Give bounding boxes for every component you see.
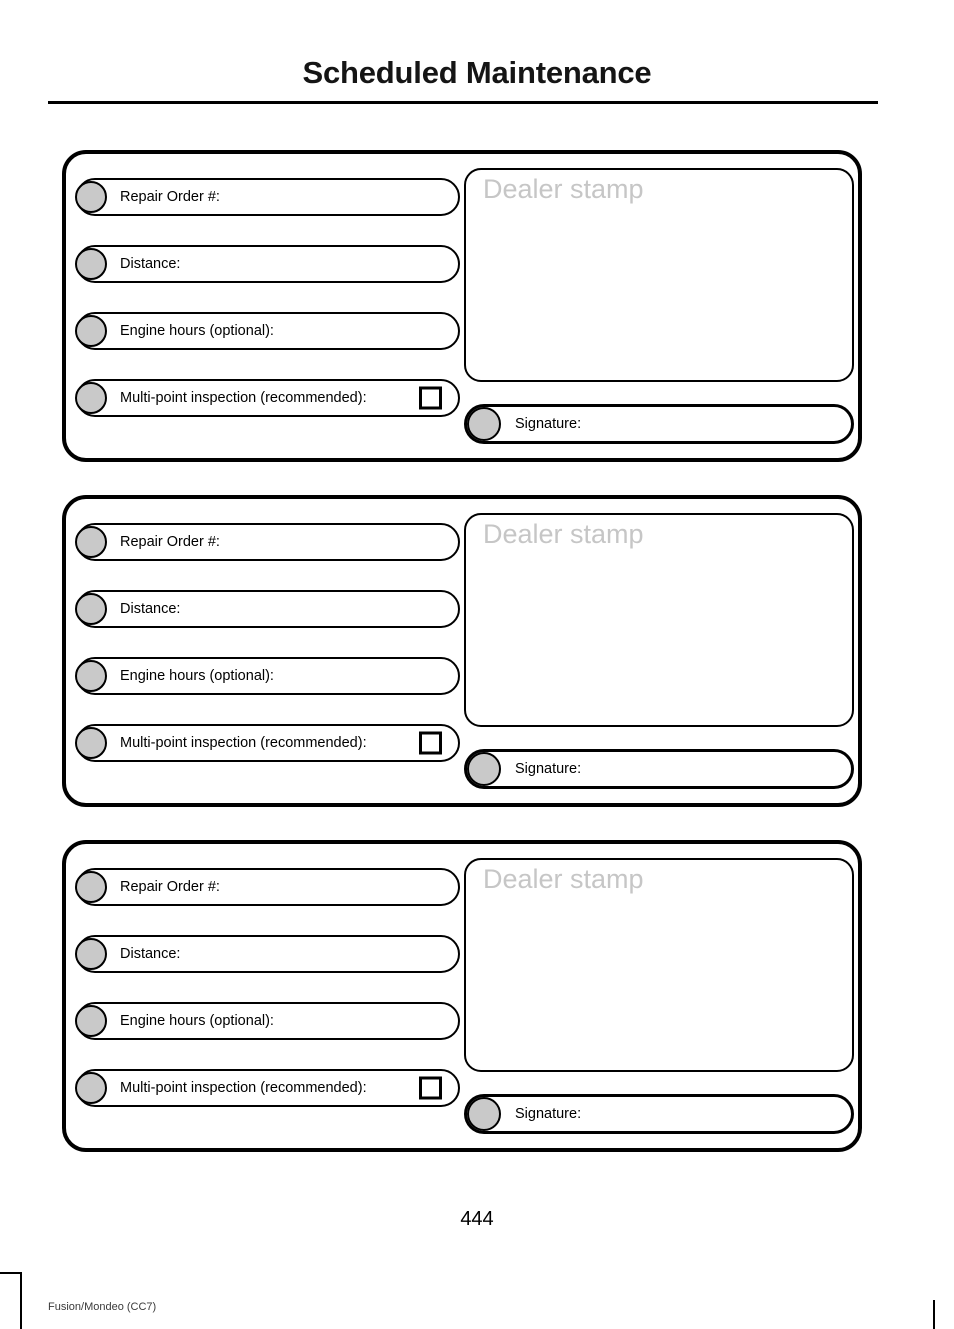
field-row-distance[interactable]: Distance: — [75, 935, 460, 973]
dealer-stamp-label: Dealer stamp — [483, 864, 644, 894]
field-row-repair-order[interactable]: Repair Order #: — [75, 178, 460, 216]
circle-bullet-icon — [75, 660, 107, 692]
multi-point-inspection-checkbox[interactable] — [419, 731, 442, 755]
dealer-stamp-column: Dealer stamp Signature: — [464, 513, 854, 789]
title-divider — [48, 101, 878, 104]
dealer-stamp-column: Dealer stamp Signature: — [464, 168, 854, 444]
field-row-engine-hours[interactable]: Engine hours (optional): — [75, 1002, 460, 1040]
signature-label: Signature: — [515, 760, 582, 777]
dealer-stamp-label: Dealer stamp — [483, 174, 644, 204]
field-row-distance[interactable]: Distance: — [75, 245, 460, 283]
dealer-stamp-column: Dealer stamp Signature: — [464, 858, 854, 1134]
field-label: Engine hours (optional): — [120, 667, 274, 684]
circle-bullet-icon — [467, 1097, 501, 1131]
field-label: Multi-point inspection (recommended): — [120, 1079, 367, 1096]
circle-bullet-icon — [75, 382, 107, 414]
circle-bullet-icon — [75, 248, 107, 280]
field-row-distance[interactable]: Distance: — [75, 590, 460, 628]
circle-bullet-icon — [75, 526, 107, 558]
field-label: Multi-point inspection (recommended): — [120, 734, 367, 751]
crop-mark-vertical — [20, 1272, 22, 1329]
field-label: Engine hours (optional): — [120, 1012, 274, 1029]
field-label: Repair Order #: — [120, 533, 220, 550]
field-label: Distance: — [120, 945, 181, 962]
circle-bullet-icon — [75, 315, 107, 347]
field-row-repair-order[interactable]: Repair Order #: — [75, 523, 460, 561]
field-label: Repair Order #: — [120, 188, 220, 205]
circle-bullet-icon — [467, 407, 501, 441]
circle-bullet-icon — [75, 1072, 107, 1104]
circle-bullet-icon — [75, 727, 107, 759]
record-fields-column: Repair Order #: Distance: Engine hours (… — [75, 178, 460, 417]
crop-mark-horizontal — [0, 1272, 22, 1274]
multi-point-inspection-checkbox[interactable] — [419, 1076, 442, 1100]
field-row-engine-hours[interactable]: Engine hours (optional): — [75, 657, 460, 695]
signature-label: Signature: — [515, 1105, 582, 1122]
field-row-multi-point-inspection[interactable]: Multi-point inspection (recommended): — [75, 379, 460, 417]
field-label: Engine hours (optional): — [120, 322, 274, 339]
maintenance-record-card: Repair Order #: Distance: Engine hours (… — [62, 150, 862, 462]
field-label: Distance: — [120, 255, 181, 272]
dealer-stamp-box[interactable]: Dealer stamp — [464, 168, 854, 382]
signature-label: Signature: — [515, 415, 582, 432]
field-row-signature[interactable]: Signature: — [464, 749, 854, 789]
crop-mark-bottom-left — [0, 1272, 22, 1329]
maintenance-record-card: Repair Order #: Distance: Engine hours (… — [62, 840, 862, 1152]
record-fields-column: Repair Order #: Distance: Engine hours (… — [75, 523, 460, 762]
circle-bullet-icon — [75, 871, 107, 903]
multi-point-inspection-checkbox[interactable] — [419, 386, 442, 410]
field-label: Multi-point inspection (recommended): — [120, 389, 367, 406]
record-fields-column: Repair Order #: Distance: Engine hours (… — [75, 868, 460, 1107]
circle-bullet-icon — [467, 752, 501, 786]
dealer-stamp-box[interactable]: Dealer stamp — [464, 513, 854, 727]
field-row-signature[interactable]: Signature: — [464, 404, 854, 444]
page-number: 444 — [460, 1208, 494, 1230]
field-row-engine-hours[interactable]: Engine hours (optional): — [75, 312, 460, 350]
field-label: Distance: — [120, 600, 181, 617]
circle-bullet-icon — [75, 1005, 107, 1037]
maintenance-record-card: Repair Order #: Distance: Engine hours (… — [62, 495, 862, 807]
footer-note: Fusion/Mondeo (CC7) — [48, 1301, 157, 1313]
circle-bullet-icon — [75, 938, 107, 970]
dealer-stamp-label: Dealer stamp — [483, 519, 644, 549]
field-row-multi-point-inspection[interactable]: Multi-point inspection (recommended): — [75, 724, 460, 762]
crop-mark-bottom-right — [933, 1300, 935, 1329]
field-row-multi-point-inspection[interactable]: Multi-point inspection (recommended): — [75, 1069, 460, 1107]
field-row-repair-order[interactable]: Repair Order #: — [75, 868, 460, 906]
circle-bullet-icon — [75, 181, 107, 213]
field-row-signature[interactable]: Signature: — [464, 1094, 854, 1134]
circle-bullet-icon — [75, 593, 107, 625]
dealer-stamp-box[interactable]: Dealer stamp — [464, 858, 854, 1072]
page-title: Scheduled Maintenance — [302, 55, 652, 90]
field-label: Repair Order #: — [120, 878, 220, 895]
